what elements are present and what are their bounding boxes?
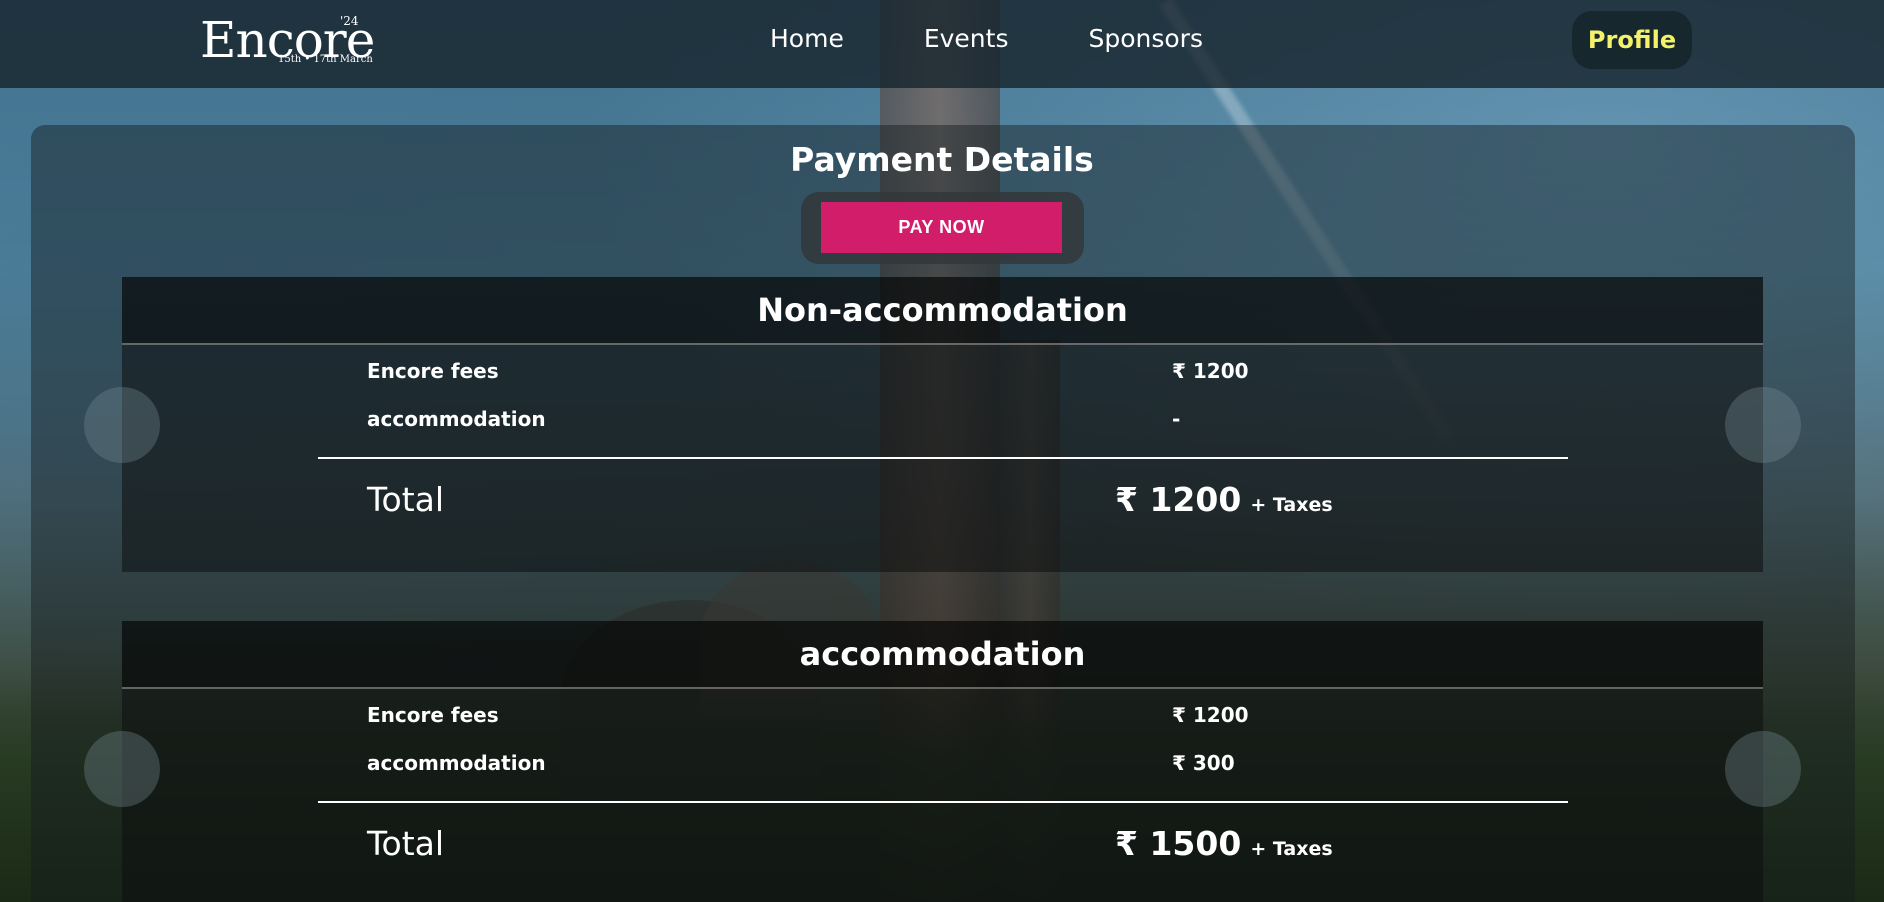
total-value: ₹ 1200 + Taxes [1115,480,1333,519]
taxes-note: + Taxes [1250,838,1333,860]
plan-card-non-accommodation: Non-accommodation Encore fees ₹ 1200 acc… [84,277,1801,572]
encore-logo[interactable]: Encore '24 15th • 17th March [200,10,380,70]
total-divider [318,457,1568,459]
taxes-note: + Taxes [1250,494,1333,516]
accommodation-label: accommodation [367,751,546,775]
ticket-notch-right [1725,387,1801,463]
ticket-notch-left [84,731,160,807]
total-amount: ₹ 1500 [1115,824,1242,863]
accommodation-label: accommodation [367,407,546,431]
total-value: ₹ 1500 + Taxes [1115,824,1333,863]
total-divider [318,801,1568,803]
logo-year: '24 [340,14,359,28]
fee-value: ₹ 1200 [1172,703,1249,727]
nav-link-sponsors[interactable]: Sponsors [1088,24,1203,53]
navbar: Encore '24 15th • 17th March Home Events… [0,0,1884,88]
profile-button[interactable]: Profile [1572,11,1692,69]
card-title: accommodation [122,621,1763,689]
ticket-notch-right [1725,731,1801,807]
plan-card-accommodation: accommodation Encore fees ₹ 1200 accommo… [84,621,1801,902]
fee-label: Encore fees [367,703,499,727]
accommodation-value: - [1172,407,1181,431]
total-amount: ₹ 1200 [1115,480,1242,519]
total-label: Total [367,480,445,519]
ticket-notch-left [84,387,160,463]
fee-label: Encore fees [367,359,499,383]
accommodation-value: ₹ 300 [1172,751,1235,775]
pay-now-button[interactable]: PAY NOW [821,202,1062,253]
nav-links: Home Events Sponsors [770,0,1203,76]
card-title: Non-accommodation [122,277,1763,345]
nav-link-events[interactable]: Events [924,24,1009,53]
page-title: Payment Details [790,140,1094,179]
logo-dates: 15th • 17th March [278,54,373,65]
nav-link-home[interactable]: Home [770,24,844,53]
fee-value: ₹ 1200 [1172,359,1249,383]
total-label: Total [367,824,445,863]
